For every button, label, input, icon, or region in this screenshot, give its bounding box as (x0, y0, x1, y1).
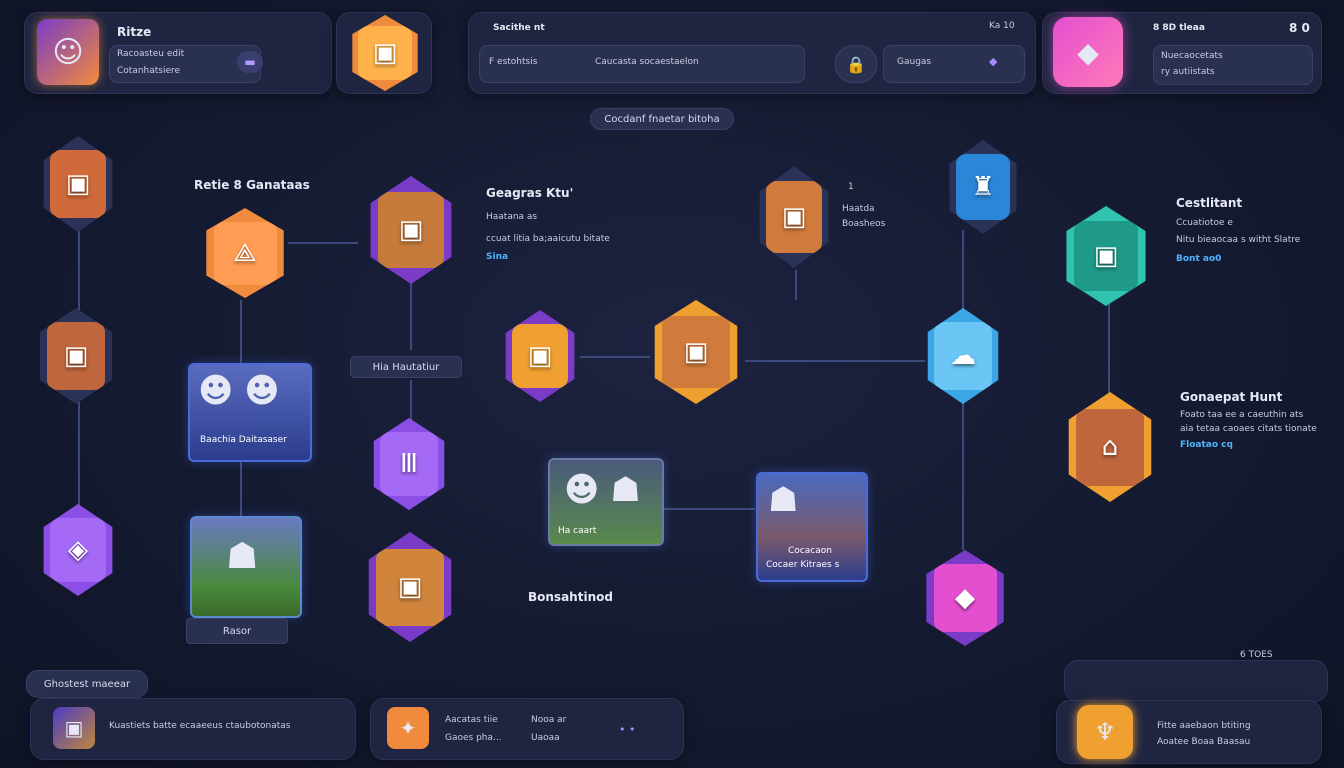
node-chest-large[interactable]: ▣ (654, 300, 738, 404)
search-label: F estohtsis (489, 57, 538, 67)
node-cloud-blue[interactable]: ☁ (927, 308, 999, 404)
group1-title: Geagras Ktu' (486, 186, 574, 200)
search-panel-title: Sacithe nt (493, 23, 545, 33)
center-tag: Cocdanf fnaetar bitoha (590, 108, 734, 130)
bottom-right-line2: Aoatee Boaa Baasau (1157, 737, 1251, 747)
connector-line (410, 280, 412, 350)
node-tower-blue[interactable]: ♜ (949, 140, 1017, 234)
profile-line1: Racoasteu edit (117, 49, 185, 59)
group2-line1: 1 (848, 182, 854, 192)
right-panel-title: 8 8D tleaa (1153, 23, 1205, 33)
right-line2: ry autiistats (1161, 67, 1215, 77)
bottom-left-text: Kuastiets batte ecaaeeus ctaubotonatas (109, 721, 291, 731)
group4-line1: Foato taa ee a caeuthin ats (1180, 410, 1304, 420)
group2-line3: Boasheos (842, 219, 886, 229)
connector-line (660, 508, 755, 510)
monster-icon: ☻ ☗ (564, 470, 641, 510)
hero-card-1-label: Baachia Daitasaser (200, 435, 287, 445)
right-panel-counter: 8 0 (1289, 21, 1310, 35)
node-badge-orange[interactable]: ⟁ (206, 208, 284, 298)
node-gem-pink[interactable]: ◆ (926, 550, 1004, 646)
connector-line (288, 242, 358, 244)
connector-line (240, 460, 242, 520)
profile-avatar-icon[interactable]: ☺ (37, 19, 99, 85)
crystal-gem-icon[interactable]: ◆ (1053, 17, 1123, 87)
warrior-icon: ☗ (226, 536, 259, 577)
group3-title: Cestlitant (1176, 196, 1243, 210)
group4-link[interactable]: Floatao cq (1180, 440, 1233, 450)
hero-card-2[interactable]: ☗ (190, 516, 302, 618)
hero-card-3-label: Ha caart (558, 526, 597, 536)
filter-gem-icon[interactable]: ◆ (989, 55, 997, 68)
node-gem-purple[interactable]: ◈ (43, 504, 113, 596)
profile-menu-icon[interactable]: ▬ (237, 51, 263, 73)
bottom-right-counter: 6 TOES (1240, 650, 1273, 660)
bottom-mid-line4: Uaoaa (531, 733, 560, 743)
hero-card-4-sub: Cocaer Kitraes s (766, 560, 840, 570)
bottom-tag: Ghostest maeear (26, 670, 148, 698)
bottom-right-line1: Fitte aaebaon btiting (1157, 721, 1251, 731)
hero-card-3[interactable]: ☻ ☗ Ha caart (548, 458, 664, 546)
profile-panel: ☺ Ritze Racoasteu edit Cotanhatsiere ▬ (24, 12, 332, 94)
bottom-mid-menu-icon[interactable]: • • (619, 723, 635, 736)
treasure-chest-icon[interactable]: ▣ (352, 15, 418, 91)
node-gem-purple-2[interactable]: Ⅲ (373, 418, 445, 510)
node-chest-glow[interactable]: ▣ (370, 176, 452, 284)
hero-card-4[interactable]: ☗ Cocacaon Cocaer Kitraes s (756, 472, 868, 582)
profile-line2: Cotanhatsiere (117, 66, 181, 76)
node-house-gold[interactable]: ⌂ (1068, 392, 1152, 502)
bottom-chest-icon[interactable]: ▣ (53, 707, 95, 749)
connector-line (1108, 300, 1110, 395)
bottom-swan-icon[interactable]: ♆ (1077, 705, 1133, 759)
right-line1: Nuecaocetats (1161, 51, 1223, 61)
hero-card-1[interactable]: ☻ ☻ Baachia Daitasaser (188, 363, 312, 462)
hero-card-4-title: Cocacaon (788, 546, 832, 556)
connector-line (962, 230, 964, 310)
node-crate-teal[interactable]: ▣ (1066, 206, 1146, 306)
connector-line (580, 356, 650, 358)
group3-line2: Nitu bieaocaa s witht Slatre (1176, 235, 1301, 245)
group2-line2: Haatda (842, 204, 875, 214)
node-chest-tower[interactable]: ▣ (759, 166, 829, 268)
profile-name: Ritze (117, 25, 152, 39)
search-counter: Ka 10 (989, 21, 1015, 31)
connector-line (410, 380, 412, 420)
hero-card-2-label: Rasor (186, 618, 288, 644)
group1-line1: Haatana as (486, 212, 538, 222)
node-chest-orange[interactable]: ▣ (43, 136, 113, 232)
bottom-mid-line1: Aacatas tiie (445, 715, 498, 725)
tab-filter-label: Gaugas (897, 57, 932, 67)
bottom-node-label: Bonsahtinod (528, 590, 613, 604)
search-panel: Sacithe nt Ka 10 F estohtsis Caucasta so… (468, 12, 1036, 94)
group3-link[interactable]: Bont ao0 (1176, 254, 1221, 264)
search-placeholder: Caucasta socaestaelon (595, 57, 699, 67)
group4-title: Gonaepat Hunt (1180, 390, 1283, 404)
node-chest-brown[interactable]: ▣ (39, 308, 113, 404)
lock-icon[interactable]: 🔒 (835, 45, 877, 83)
connector-line (962, 400, 964, 550)
group1-line2: ccuat litia ba;aaicutu bitate (486, 234, 610, 244)
bottom-left-panel: ▣ Kuastiets batte ecaaeeus ctaubotonatas (30, 698, 356, 760)
right-top-panel: ◆ 8 8D tleaa 8 0 Nuecaocetats ry autiist… (1042, 12, 1322, 94)
node-chest-purple[interactable]: ▣ (368, 532, 452, 642)
mage-icon: ☗ (768, 480, 799, 520)
group3-line1: Ccuatiotoe e (1176, 218, 1233, 228)
connector-line (78, 400, 80, 510)
node-chest-gold[interactable]: ▣ (505, 310, 575, 402)
connector-line (795, 270, 797, 300)
group1-link[interactable]: Sina (486, 252, 508, 262)
connector-line (745, 360, 925, 362)
node-label-left: Retie 8 Ganataas (194, 178, 310, 192)
bottom-dragon-icon[interactable]: ✦ (387, 707, 429, 749)
mid-pill: Hia Hautatiur (350, 356, 462, 378)
bottom-mid-panel: ✦ Aacatas tiie Gaoes pha... Nooa ar Uaoa… (370, 698, 684, 760)
connector-line (240, 300, 242, 370)
bottom-right-panel: ♆ Fitte aaebaon btiting Aoatee Boaa Baas… (1056, 700, 1322, 764)
bottom-right-tab (1064, 660, 1328, 702)
chest-panel[interactable]: ▣ (336, 12, 432, 94)
hero-portrait-icon: ☻ ☻ (198, 371, 280, 411)
bottom-mid-line2: Gaoes pha... (445, 733, 502, 743)
bottom-mid-line3: Nooa ar (531, 715, 567, 725)
group4-line2: aia tetaa caoaes citats tionate (1180, 424, 1317, 434)
